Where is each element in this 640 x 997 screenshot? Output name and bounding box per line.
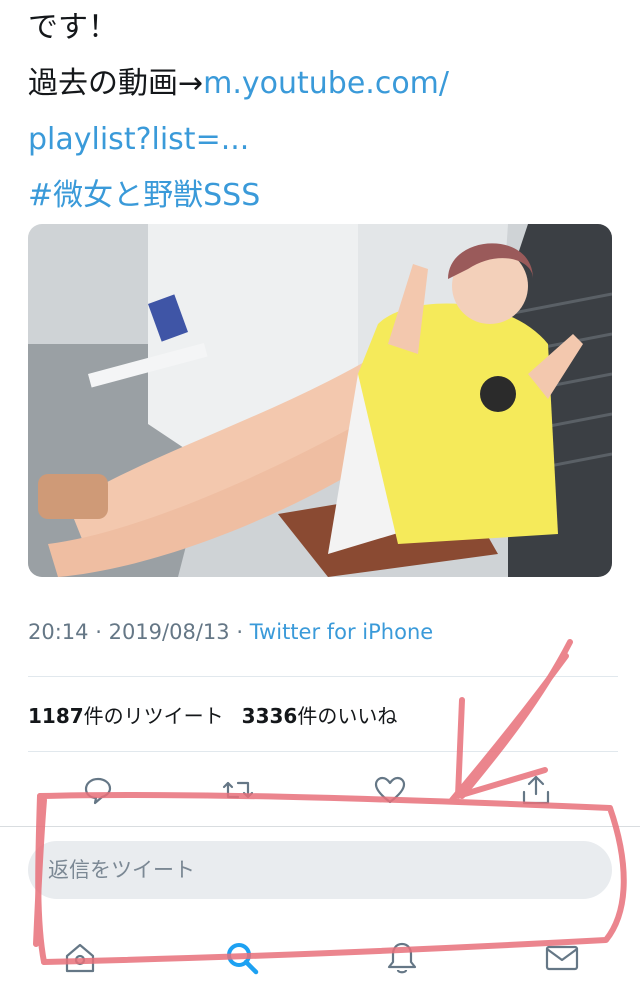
- tab-search[interactable]: [218, 934, 266, 982]
- meta-separator-2: ·: [236, 620, 244, 644]
- share-button[interactable]: [514, 768, 558, 812]
- divider-meta: [28, 676, 618, 677]
- reply-icon: [84, 777, 112, 805]
- home-icon: [65, 943, 95, 973]
- youtube-link-part1[interactable]: m.youtube.com/: [203, 66, 449, 101]
- like-button[interactable]: [368, 768, 412, 812]
- hashtag-link[interactable]: #微女と野獣SSS: [28, 168, 618, 224]
- messages-icon: [545, 945, 579, 971]
- share-icon: [522, 775, 550, 805]
- tweet-source[interactable]: Twitter for iPhone: [250, 620, 434, 644]
- like-label: 件のいいね: [297, 704, 398, 728]
- like-stat[interactable]: 3336件のいいね: [242, 704, 398, 728]
- retweet-stat[interactable]: 1187件のリツイート: [28, 704, 224, 728]
- divider-stats: [28, 751, 618, 752]
- tab-messages[interactable]: [538, 934, 586, 982]
- tweet-photo[interactable]: [28, 224, 612, 577]
- tweet-line-2-prefix: 過去の動画→: [28, 66, 204, 101]
- retweet-count: 1187: [28, 704, 84, 728]
- tab-notifications[interactable]: [378, 934, 426, 982]
- retweet-icon: [222, 781, 254, 799]
- tweet-actions: [0, 768, 640, 812]
- like-count: 3336: [241, 704, 298, 728]
- youtube-link-part2[interactable]: playlist?list=...: [28, 112, 618, 168]
- tweet-text: です！ 過去の動画→m.youtube.com/ playlist?list=.…: [28, 0, 618, 224]
- tweet-line-1: です！: [28, 10, 118, 45]
- tab-bar: [0, 930, 640, 990]
- divider-reply: [0, 826, 640, 827]
- photo-illustration: [28, 224, 612, 577]
- search-icon: [227, 943, 259, 975]
- retweet-button[interactable]: [216, 768, 260, 812]
- tweet-meta: 20:14 · 2019/08/13 · Twitter for iPhone: [28, 620, 433, 644]
- tweet-line-2: 過去の動画→m.youtube.com/: [28, 56, 618, 112]
- meta-separator-1: ·: [95, 620, 102, 644]
- heart-icon: [374, 776, 406, 804]
- reply-button[interactable]: [76, 768, 120, 812]
- reply-input[interactable]: 返信をツイート: [28, 841, 612, 899]
- tweet-stats: 1187件のリツイート 3336件のいいね: [28, 700, 397, 729]
- tab-home[interactable]: [56, 934, 104, 982]
- tweet-time: 20:14: [28, 620, 89, 644]
- tweet-date: 2019/08/13: [108, 620, 230, 644]
- notifications-icon: [387, 942, 417, 974]
- retweet-label: 件のリツイート: [83, 704, 224, 728]
